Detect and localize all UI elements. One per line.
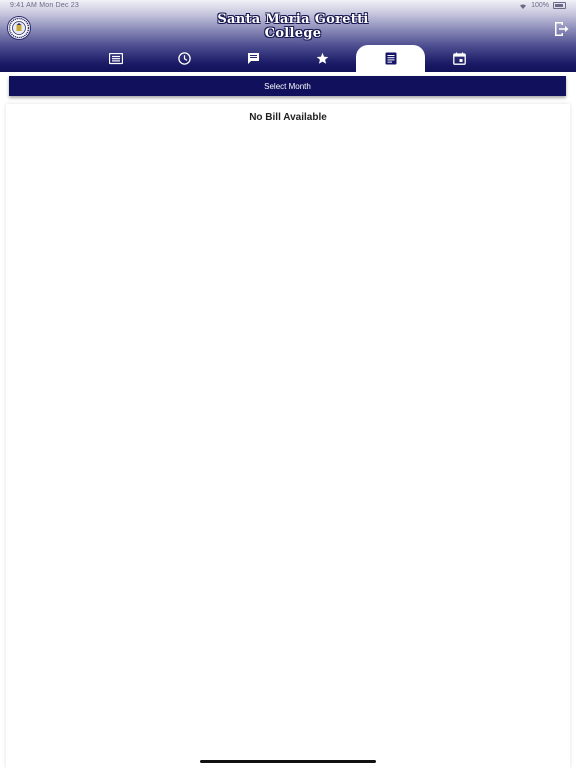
calendar-icon: [452, 52, 466, 65]
wifi-icon: [520, 3, 527, 9]
home-indicator[interactable]: [200, 760, 376, 763]
logout-icon: [555, 22, 569, 36]
status-time-date: 9:41 AM Mon Dec 23: [10, 2, 79, 9]
college-title-line2: College: [264, 26, 322, 41]
app-header: 9:41 AM Mon Dec 23 100% Santa Maria Gore…: [0, 0, 576, 72]
battery-percent: 100%: [531, 2, 549, 9]
college-title-line1: Santa Maria Goretti: [217, 12, 369, 27]
tab-events[interactable]: [425, 45, 494, 72]
battery-icon: [553, 2, 566, 9]
empty-state-message: No Bill Available: [249, 112, 327, 123]
bill-content-panel: [6, 104, 570, 768]
document-icon: [385, 52, 397, 65]
college-title: Santa Maria Goretti College: [188, 13, 398, 41]
clock-icon: [178, 52, 192, 65]
select-month-button[interactable]: Select Month: [9, 76, 566, 96]
college-seal-icon: [8, 17, 30, 39]
section-tabs: [82, 45, 494, 72]
college-logo: [7, 16, 31, 40]
star-icon: [316, 52, 328, 64]
app-screen: 9:41 AM Mon Dec 23 100% Santa Maria Gore…: [0, 0, 576, 768]
tab-attendance[interactable]: [151, 45, 220, 72]
tab-favorites[interactable]: [288, 45, 357, 72]
tab-messages[interactable]: [82, 45, 151, 72]
message-list-icon: [109, 52, 124, 64]
status-bar: 9:41 AM Mon Dec 23 100%: [0, 0, 576, 12]
tab-bills[interactable]: [356, 45, 425, 72]
tab-chat[interactable]: [219, 45, 288, 72]
logout-button[interactable]: [552, 20, 570, 38]
status-indicators: 100%: [519, 2, 566, 9]
chat-bubble-icon: [247, 53, 259, 64]
